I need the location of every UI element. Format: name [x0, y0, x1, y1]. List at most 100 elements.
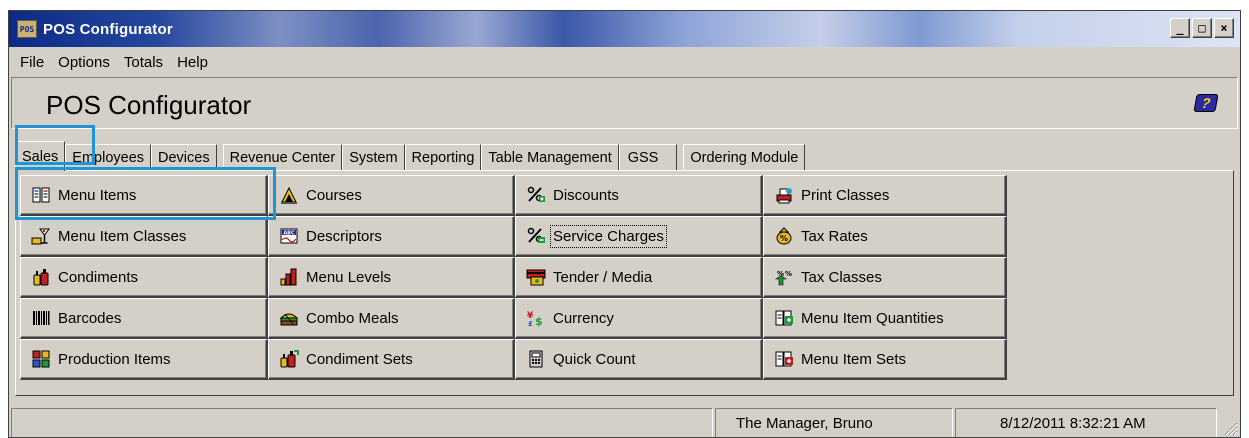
currency-icon: ¥ $ £: [526, 308, 546, 328]
courses-button[interactable]: Courses: [268, 175, 515, 216]
svg-text:%: %: [785, 270, 792, 278]
courses-icon: [279, 185, 299, 205]
menu-totals[interactable]: Totals: [117, 54, 170, 71]
print-classes-label: Print Classes: [801, 186, 890, 204]
condiment-sets-button[interactable]: Condiment Sets: [268, 339, 515, 380]
production-items-icon: [31, 349, 51, 369]
currency-button[interactable]: ¥ $ £ Currency: [515, 298, 763, 339]
tax-rates-icon: %: [774, 226, 794, 246]
production-items-button[interactable]: Production Items: [20, 339, 268, 380]
svg-text:ABC: ABC: [283, 230, 295, 236]
menu-levels-label: Menu Levels: [306, 268, 392, 286]
menu-item-quantities-label: Menu Item Quantities: [801, 309, 944, 327]
tab-table-management[interactable]: Table Management: [481, 144, 619, 170]
close-button[interactable]: ×: [1214, 18, 1234, 38]
menu-item-classes-button[interactable]: Menu Item Classes: [20, 216, 268, 257]
maximize-icon: □: [1198, 21, 1206, 35]
tab-employees[interactable]: Employees: [65, 144, 152, 170]
production-items-label: Production Items: [58, 350, 171, 368]
descriptors-icon: ABC: [279, 226, 299, 246]
tax-classes-button[interactable]: %% Tax Classes: [763, 257, 1007, 298]
discounts-button[interactable]: Discounts: [515, 175, 763, 216]
resize-grip-icon[interactable]: [1222, 420, 1238, 436]
discounts-icon: [526, 185, 546, 205]
status-user: The Manager, Bruno: [715, 408, 953, 437]
menu-help[interactable]: Help: [170, 54, 215, 71]
print-classes-icon: [774, 185, 794, 205]
svg-text:$: $: [535, 315, 543, 328]
quick-count-icon: [526, 349, 546, 369]
combo-meals-button[interactable]: Combo Meals: [268, 298, 515, 339]
menu-options[interactable]: Options: [51, 54, 117, 71]
pos-app-icon[interactable]: POS: [17, 20, 37, 38]
status-user-text: The Manager, Bruno: [736, 414, 873, 432]
tax-classes-label: Tax Classes: [801, 268, 882, 286]
discounts-label: Discounts: [553, 186, 619, 204]
window-title: POS Configurator: [43, 20, 173, 38]
tab-strip: Sales Employees Devices Revenue Center S…: [15, 141, 806, 171]
tender-media-label: Tender / Media: [553, 268, 653, 286]
minimize-icon: _: [1176, 21, 1184, 35]
service-charges-button[interactable]: Service Charges: [515, 216, 763, 257]
status-message: [11, 408, 713, 437]
close-icon: ×: [1220, 21, 1228, 35]
menu-item-sets-button[interactable]: Menu Item Sets: [763, 339, 1007, 380]
tab-revenue-center[interactable]: Revenue Center: [222, 144, 343, 170]
currency-label: Currency: [553, 309, 614, 327]
tax-rates-button[interactable]: % Tax Rates: [763, 216, 1007, 257]
menu-bar: File Options Totals Help: [9, 49, 215, 75]
svg-text:%: %: [780, 234, 788, 243]
menu-items-button[interactable]: Menu Items: [20, 175, 268, 216]
menu-levels-button[interactable]: Menu Levels: [268, 257, 515, 298]
print-classes-button[interactable]: Print Classes: [763, 175, 1007, 216]
quick-count-button[interactable]: Quick Count: [515, 339, 763, 380]
status-datetime: 8/12/2011 8:32:21 AM: [955, 408, 1217, 437]
quick-count-label: Quick Count: [553, 350, 636, 368]
tab-reporting[interactable]: Reporting: [404, 144, 482, 170]
menu-items-icon: [31, 185, 51, 205]
courses-label: Courses: [306, 186, 362, 204]
barcodes-label: Barcodes: [58, 309, 122, 327]
tax-rates-label: Tax Rates: [801, 227, 868, 245]
tab-ordering-module[interactable]: Ordering Module: [683, 144, 806, 170]
help-book-icon[interactable]: ?: [1193, 94, 1219, 112]
menu-item-sets-icon: [774, 349, 794, 369]
tender-media-button[interactable]: Tender / Media: [515, 257, 763, 298]
menu-item-quantities-icon: [774, 308, 794, 328]
descriptors-button[interactable]: ABC Descriptors: [268, 216, 515, 257]
tab-system[interactable]: System: [342, 144, 405, 170]
tab-gss[interactable]: GSS: [618, 144, 678, 170]
condiments-label: Condiments: [58, 268, 139, 286]
tab-sales[interactable]: Sales: [15, 141, 66, 171]
service-charges-label: Service Charges: [550, 224, 667, 248]
menu-item-quantities-button[interactable]: Menu Item Quantities: [763, 298, 1007, 339]
menu-items-label: Menu Items: [58, 186, 137, 204]
barcodes-button[interactable]: Barcodes: [20, 298, 268, 339]
status-datetime-text: 8/12/2011 8:32:21 AM: [1000, 414, 1146, 432]
header-panel: POS Configurator ?: [11, 77, 1238, 129]
menu-item-sets-label: Menu Item Sets: [801, 350, 907, 368]
minimize-button[interactable]: _: [1170, 18, 1190, 38]
window-controls: _ □ ×: [1170, 18, 1234, 38]
maximize-button[interactable]: □: [1192, 18, 1212, 38]
condiment-sets-label: Condiment Sets: [306, 350, 413, 368]
service-charges-icon: [526, 226, 546, 246]
sales-button-grid: Menu Items Courses Discounts Print Class…: [20, 175, 1007, 380]
app-title: POS Configurator: [46, 90, 252, 120]
status-bar: The Manager, Bruno 8/12/2011 8:32:21 AM: [9, 408, 1240, 437]
condiment-sets-icon: [279, 349, 299, 369]
sales-tab-panel: Menu Items Courses Discounts Print Class…: [15, 170, 1234, 396]
menu-levels-icon: [279, 267, 299, 287]
menu-item-classes-label: Menu Item Classes: [58, 227, 187, 245]
combo-meals-icon: [279, 308, 299, 328]
barcodes-icon: [31, 308, 51, 328]
pos-configurator-window: POS POS Configurator _ □ × File Options …: [8, 10, 1241, 438]
svg-text:£: £: [528, 320, 533, 328]
title-bar[interactable]: POS POS Configurator _ □ ×: [9, 11, 1240, 47]
tab-devices[interactable]: Devices: [151, 144, 217, 170]
tax-classes-icon: %%: [774, 267, 794, 287]
menu-file[interactable]: File: [13, 54, 51, 71]
combo-meals-label: Combo Meals: [306, 309, 399, 327]
condiments-button[interactable]: Condiments: [20, 257, 268, 298]
tender-media-icon: [526, 267, 546, 287]
